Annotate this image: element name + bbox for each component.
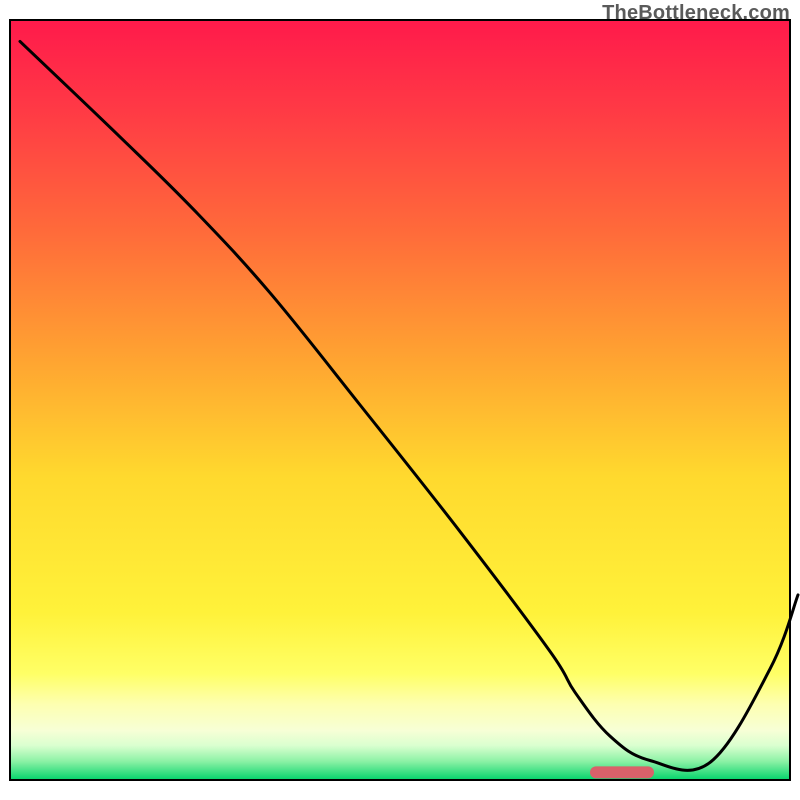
bottleneck-chart	[0, 0, 800, 800]
optimal-marker	[590, 766, 654, 778]
plot-background	[10, 20, 790, 780]
watermark-text: TheBottleneck.com	[602, 2, 790, 25]
chart-stage: TheBottleneck.com	[0, 0, 800, 800]
